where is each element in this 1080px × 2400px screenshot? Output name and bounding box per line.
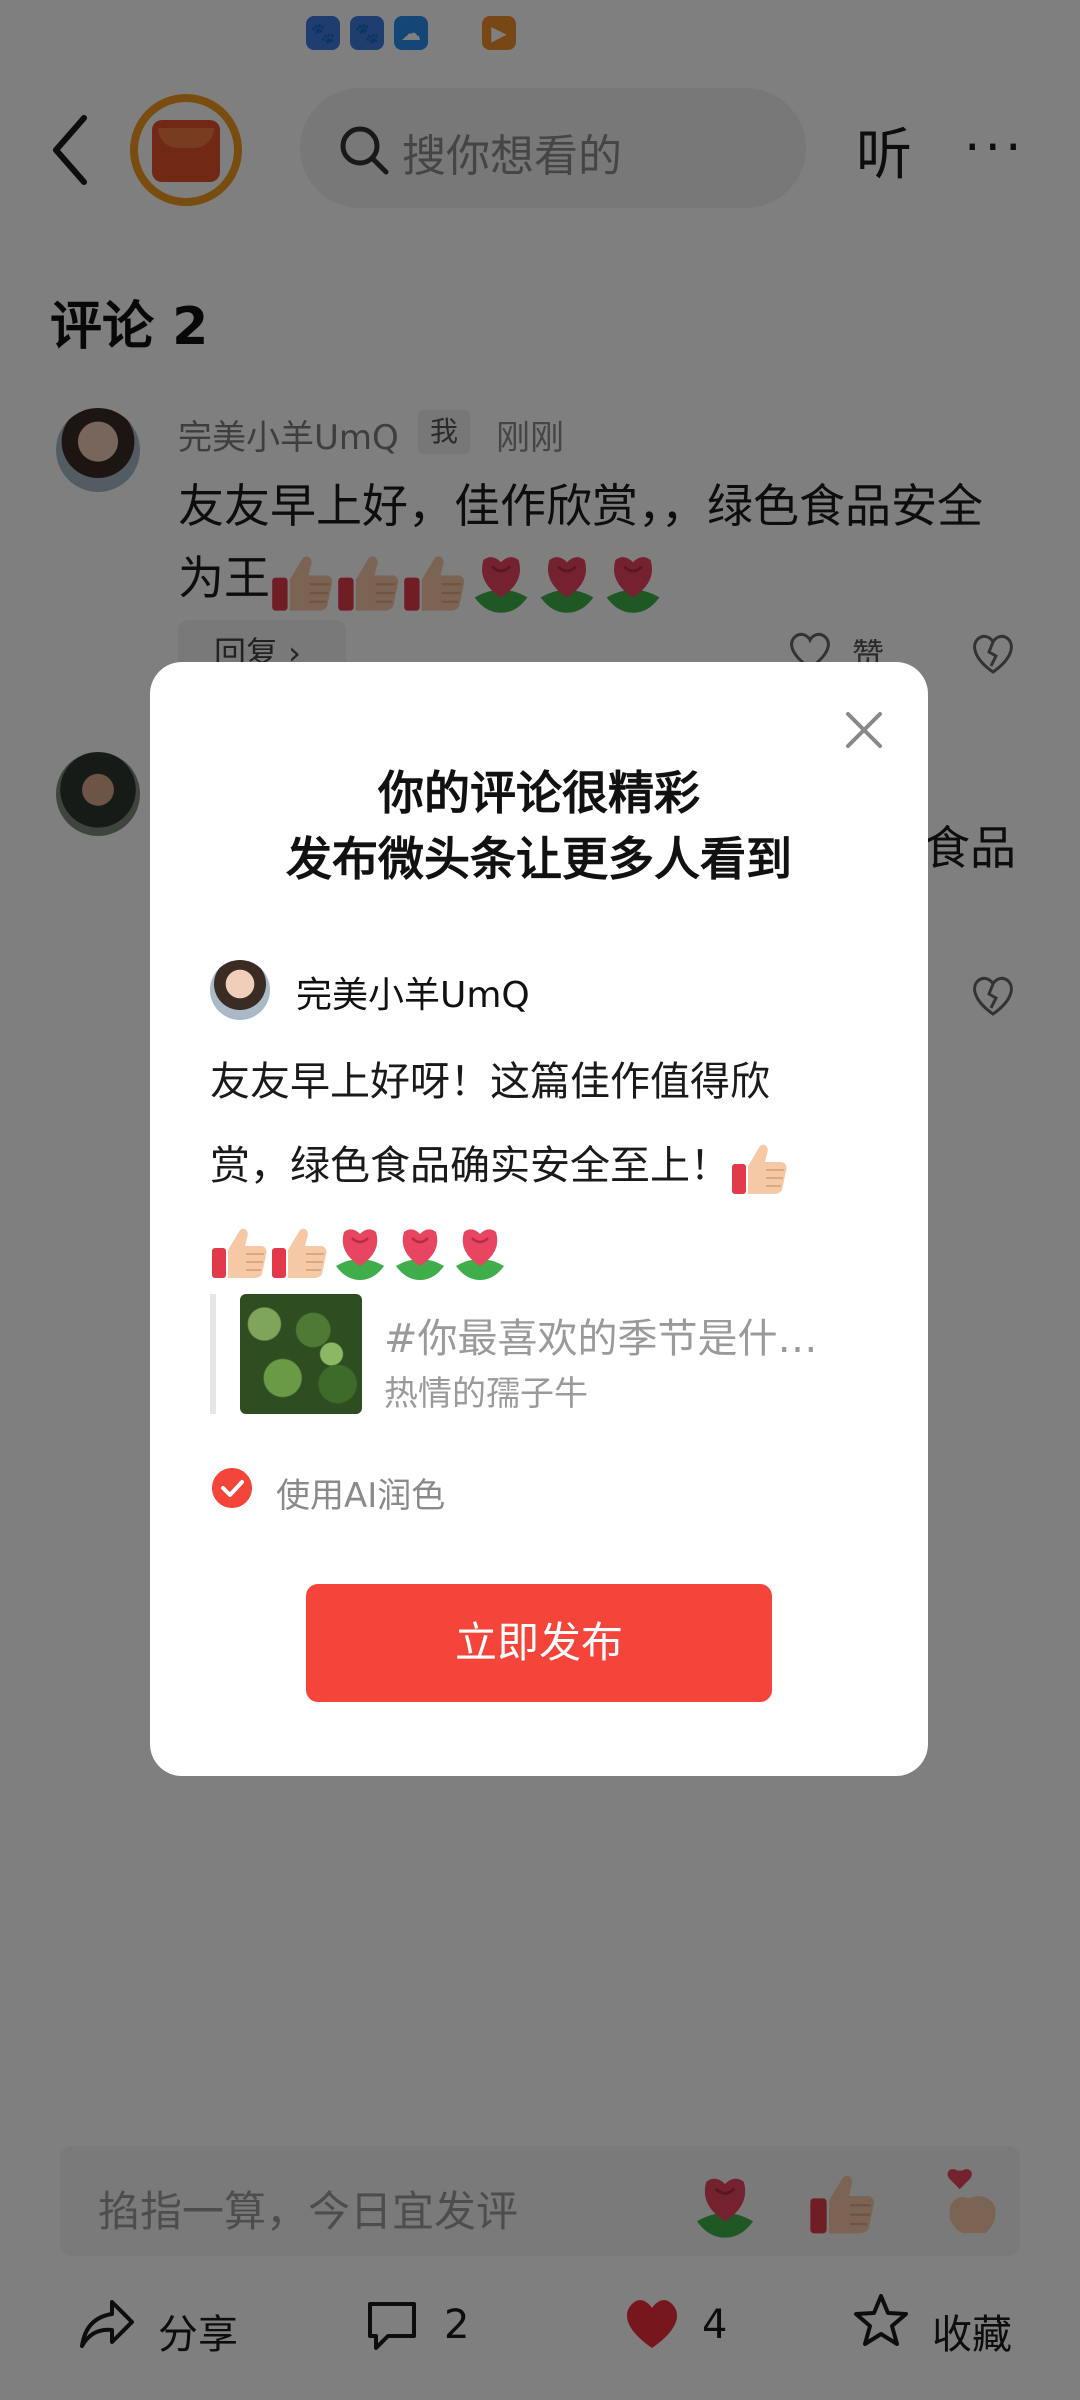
dialog-title-line1: 你的评论很精彩 xyxy=(378,766,700,820)
thumbs-up-emoji xyxy=(730,1138,790,1198)
dialog-title-line2: 发布微头条让更多人看到 xyxy=(286,832,792,886)
rose-emoji xyxy=(450,1222,510,1282)
dialog-post-line2-wrap: 赏，绿色食品确实安全至上！ xyxy=(210,1124,860,1208)
publish-button[interactable]: 立即发布 xyxy=(306,1584,772,1702)
dialog-title: 你的评论很精彩 发布微头条让更多人看到 xyxy=(150,760,928,892)
close-icon[interactable] xyxy=(838,704,890,756)
dialog-post-line2: 赏，绿色食品确实安全至上！ xyxy=(210,1143,730,1189)
quote-author: 热情的孺子牛 xyxy=(384,1374,588,1414)
dialog-post-emojis xyxy=(210,1208,860,1292)
dialog-post-text[interactable]: 友友早上好呀！这篇佳作值得欣 赏，绿色食品确实安全至上！ xyxy=(210,1040,860,1292)
dialog-username: 完美小羊UmQ xyxy=(296,975,530,1016)
avatar xyxy=(210,960,270,1020)
dialog-post-line1: 友友早上好呀！这篇佳作值得欣 xyxy=(210,1059,770,1105)
thumbs-up-emoji xyxy=(270,1222,330,1282)
rose-emoji xyxy=(330,1222,390,1282)
ai-polish-checkbox[interactable] xyxy=(212,1468,252,1508)
ai-polish-label[interactable]: 使用AI润色 xyxy=(276,1468,445,1517)
quote-thumbnail xyxy=(240,1294,362,1414)
thumbs-up-emoji xyxy=(210,1222,270,1282)
quote-topic: #你最喜欢的季节是什… xyxy=(384,1316,818,1362)
quote-divider xyxy=(210,1294,216,1414)
rose-emoji xyxy=(390,1222,450,1282)
